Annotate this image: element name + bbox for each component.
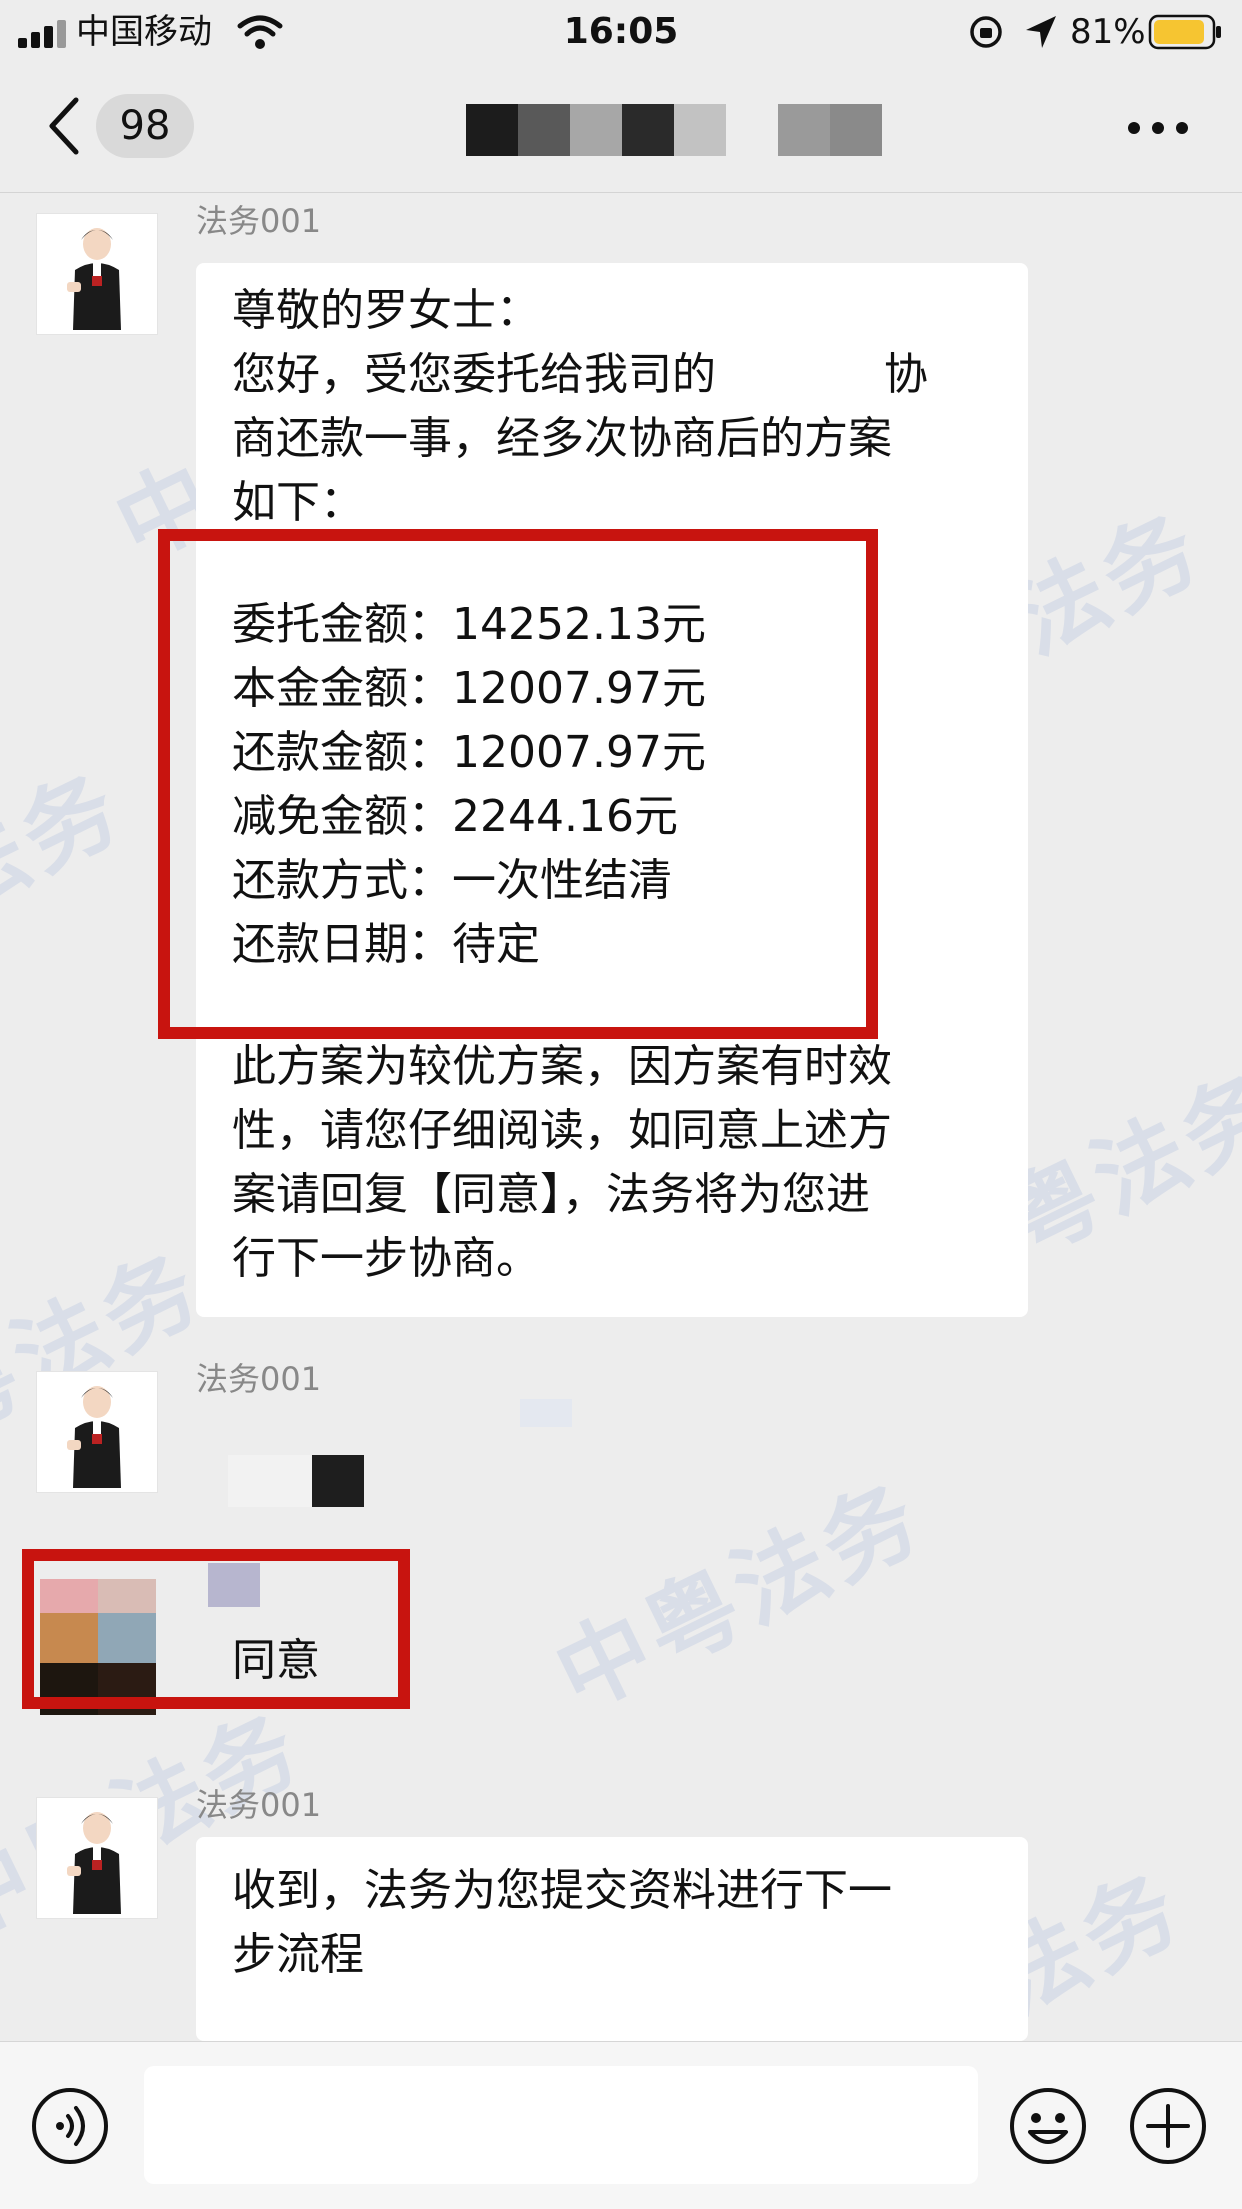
avatar[interactable] xyxy=(36,1371,158,1493)
highlight-box xyxy=(22,1549,410,1709)
sender-name: 法务001 xyxy=(196,1786,322,1824)
redacted-content xyxy=(520,1399,572,1427)
redacted-content xyxy=(228,1455,312,1507)
lawyer-avatar-icon xyxy=(67,1812,121,1914)
message-text: 同意 xyxy=(232,1635,320,1686)
more-dots-icon[interactable] xyxy=(1128,118,1188,138)
redacted-content xyxy=(312,1455,364,1507)
battery-percent: 81% xyxy=(1070,12,1146,52)
lawyer-avatar-icon xyxy=(67,1386,121,1488)
location-icon xyxy=(1026,16,1056,48)
watermark: 中粤法务 xyxy=(539,1462,940,1731)
watermark: 中粤法务 xyxy=(0,752,140,1021)
avatar[interactable] xyxy=(36,1797,158,1919)
emoji-icon[interactable] xyxy=(1008,2086,1088,2166)
chat-title-redacted xyxy=(466,104,882,156)
message-input-bar xyxy=(0,2041,1242,2209)
back-chevron-icon[interactable] xyxy=(42,94,86,158)
lawyer-avatar-icon xyxy=(67,228,121,330)
message-text: 此方案为较优方案，因方案有时效 性，请您仔细阅读，如同意上述方 案请回复【同意】… xyxy=(232,1041,892,1284)
status-bar: 中国移动 16:05 81% xyxy=(0,0,1242,64)
payment-plan-details: 委托金额：14252.13元 本金金额：12007.97元 还款金额：12007… xyxy=(232,599,706,970)
chat-header: 98 xyxy=(0,64,1242,193)
sender-name: 法务001 xyxy=(196,202,322,240)
message-input[interactable] xyxy=(144,2066,978,2184)
unread-count-badge[interactable]: 98 xyxy=(96,94,194,158)
message-text: 收到，法务为您提交资料进行下一 步流程 xyxy=(232,1865,892,1980)
sender-name: 法务001 xyxy=(196,1360,322,1398)
chat-message-list[interactable]: 中粤法务 中粤法务 中粤法务 中粤法务 中粤法务 中粤法务 中粤法务 中粤法务 … xyxy=(0,193,1242,2041)
rotation-lock-icon xyxy=(970,16,1002,48)
message-text: 尊敬的罗女士： 您好，受您委托给我司的 协 商还款一事，经多次协商后的方案 如下… xyxy=(232,285,928,528)
battery-icon xyxy=(1148,14,1221,50)
plus-icon[interactable] xyxy=(1128,2086,1208,2166)
avatar[interactable] xyxy=(36,213,158,335)
voice-icon[interactable] xyxy=(30,2086,110,2166)
